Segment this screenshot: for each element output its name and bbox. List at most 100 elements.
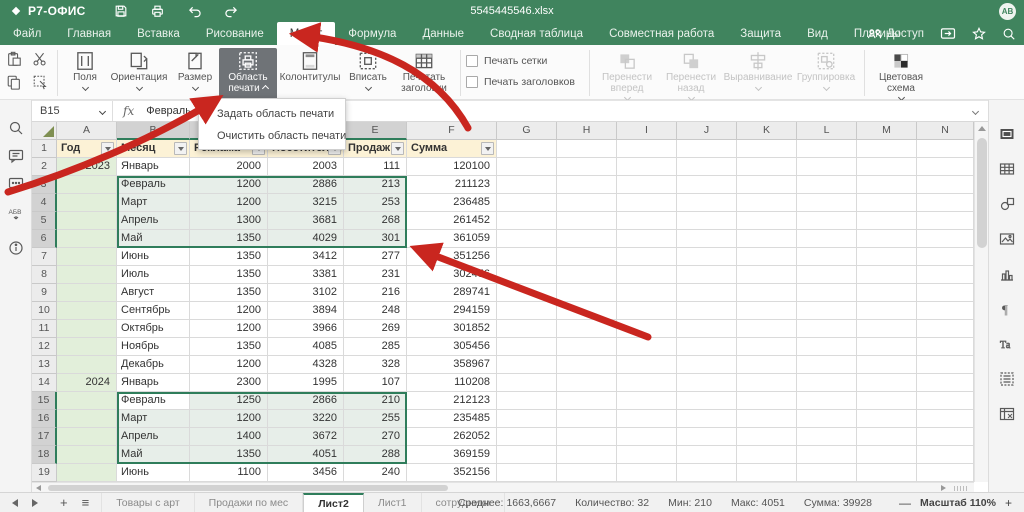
- cell-I19[interactable]: [617, 464, 677, 482]
- row-header-16[interactable]: 16: [32, 410, 57, 428]
- row-header-9[interactable]: 9: [32, 284, 57, 302]
- cell-G17[interactable]: [497, 428, 557, 446]
- cell-G10[interactable]: [497, 302, 557, 320]
- cell-A4[interactable]: [57, 194, 117, 212]
- cell-I8[interactable]: [617, 266, 677, 284]
- cell-M10[interactable]: [857, 302, 917, 320]
- cell-M13[interactable]: [857, 356, 917, 374]
- cell-K13[interactable]: [737, 356, 797, 374]
- row-header-6[interactable]: 6: [32, 230, 57, 248]
- cell-H14[interactable]: [557, 374, 617, 392]
- row-header-19[interactable]: 19: [32, 464, 57, 482]
- cell-B6[interactable]: Май: [117, 230, 190, 248]
- cell-H1[interactable]: [557, 140, 617, 158]
- cell-M6[interactable]: [857, 230, 917, 248]
- sheet-tab-Лист2[interactable]: Лист2: [303, 493, 364, 512]
- cell-K5[interactable]: [737, 212, 797, 230]
- cell-L2[interactable]: [797, 158, 857, 176]
- redo-icon[interactable]: [224, 5, 239, 18]
- cell-J15[interactable]: [677, 392, 737, 410]
- cell-F18[interactable]: 369159: [407, 446, 497, 464]
- cell-D18[interactable]: 4051: [268, 446, 344, 464]
- cell-C18[interactable]: 1350: [190, 446, 268, 464]
- cell-I12[interactable]: [617, 338, 677, 356]
- shape-settings-icon[interactable]: [999, 196, 1015, 212]
- cell-M18[interactable]: [857, 446, 917, 464]
- cell-K10[interactable]: [737, 302, 797, 320]
- cell-H9[interactable]: [557, 284, 617, 302]
- cell-H19[interactable]: [557, 464, 617, 482]
- cell-E16[interactable]: 255: [344, 410, 407, 428]
- cell-L6[interactable]: [797, 230, 857, 248]
- cell-D16[interactable]: 3220: [268, 410, 344, 428]
- cell-D10[interactable]: 3894: [268, 302, 344, 320]
- row-header-10[interactable]: 10: [32, 302, 57, 320]
- cell-J3[interactable]: [677, 176, 737, 194]
- cell-B19[interactable]: Июнь: [117, 464, 190, 482]
- cell-A11[interactable]: [57, 320, 117, 338]
- cell-N16[interactable]: [917, 410, 974, 428]
- cell-J7[interactable]: [677, 248, 737, 266]
- cell-F7[interactable]: 351256: [407, 248, 497, 266]
- cell-B8[interactable]: Июль: [117, 266, 190, 284]
- cell-F9[interactable]: 289741: [407, 284, 497, 302]
- row-header-13[interactable]: 13: [32, 356, 57, 374]
- cell-A16[interactable]: [57, 410, 117, 428]
- cell-I13[interactable]: [617, 356, 677, 374]
- cell-L5[interactable]: [797, 212, 857, 230]
- cell-D6[interactable]: 4029: [268, 230, 344, 248]
- expand-formula-bar-button[interactable]: [973, 105, 988, 117]
- cell-I6[interactable]: [617, 230, 677, 248]
- cell-N11[interactable]: [917, 320, 974, 338]
- cell-B18[interactable]: Май: [117, 446, 190, 464]
- cell-I17[interactable]: [617, 428, 677, 446]
- zoom-out-button[interactable]: —: [899, 496, 911, 510]
- cell-J19[interactable]: [677, 464, 737, 482]
- cell-F3[interactable]: 211123: [407, 176, 497, 194]
- cell-A8[interactable]: [57, 266, 117, 284]
- cell-B5[interactable]: Апрель: [117, 212, 190, 230]
- cell-E17[interactable]: 270: [344, 428, 407, 446]
- cell-L8[interactable]: [797, 266, 857, 284]
- spellcheck-icon[interactable]: АБВ: [8, 206, 24, 222]
- cell-B1[interactable]: Месяц: [117, 140, 190, 158]
- vertical-scroll-thumb[interactable]: [977, 138, 987, 248]
- cell-K16[interactable]: [737, 410, 797, 428]
- cell-M4[interactable]: [857, 194, 917, 212]
- row-header-2[interactable]: 2: [32, 158, 57, 176]
- cell-E18[interactable]: 288: [344, 446, 407, 464]
- scroll-right-arrow-icon[interactable]: [941, 485, 946, 491]
- cell-N1[interactable]: [917, 140, 974, 158]
- cell-E1[interactable]: Продаж: [344, 140, 407, 158]
- cell-H13[interactable]: [557, 356, 617, 374]
- cell-N18[interactable]: [917, 446, 974, 464]
- cell-F6[interactable]: 361059: [407, 230, 497, 248]
- filter-button-A1[interactable]: [101, 142, 114, 155]
- cell-E8[interactable]: 231: [344, 266, 407, 284]
- cell-N19[interactable]: [917, 464, 974, 482]
- cell-N9[interactable]: [917, 284, 974, 302]
- cell-E10[interactable]: 248: [344, 302, 407, 320]
- cell-I2[interactable]: [617, 158, 677, 176]
- column-header-G[interactable]: G: [497, 122, 557, 140]
- cell-D9[interactable]: 3102: [268, 284, 344, 302]
- cell-N12[interactable]: [917, 338, 974, 356]
- chart-settings-icon[interactable]: [999, 266, 1015, 282]
- cell-A9[interactable]: [57, 284, 117, 302]
- menu-collaboration[interactable]: Совместная работа: [596, 22, 727, 45]
- row-header-3[interactable]: 3: [32, 176, 57, 194]
- cell-M7[interactable]: [857, 248, 917, 266]
- row-header-11[interactable]: 11: [32, 320, 57, 338]
- cell-F13[interactable]: 358967: [407, 356, 497, 374]
- column-header-K[interactable]: K: [737, 122, 797, 140]
- cell-D4[interactable]: 3215: [268, 194, 344, 212]
- cell-K19[interactable]: [737, 464, 797, 482]
- cell-K6[interactable]: [737, 230, 797, 248]
- cell-A12[interactable]: [57, 338, 117, 356]
- cell-F17[interactable]: 262052: [407, 428, 497, 446]
- filter-button-B1[interactable]: [174, 142, 187, 155]
- cell-H16[interactable]: [557, 410, 617, 428]
- cell-M8[interactable]: [857, 266, 917, 284]
- horizontal-scroll-thumb[interactable]: [48, 485, 448, 491]
- cell-H10[interactable]: [557, 302, 617, 320]
